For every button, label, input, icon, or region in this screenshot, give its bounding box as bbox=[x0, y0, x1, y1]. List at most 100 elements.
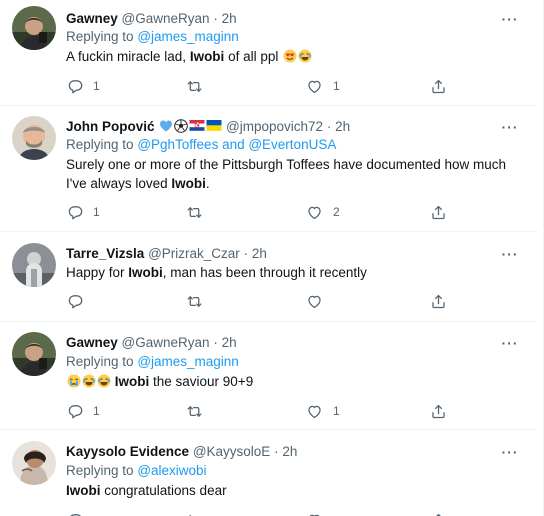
retweet-button[interactable] bbox=[186, 510, 203, 516]
tweet-text-part: congratulations dear bbox=[100, 483, 227, 498]
separator-dot: · bbox=[213, 11, 218, 26]
tweet-text-part: , man has been through it recently bbox=[162, 265, 367, 280]
retweet-icon bbox=[187, 206, 202, 218]
avatar[interactable] bbox=[12, 6, 56, 50]
reply-button[interactable]: 1 bbox=[66, 202, 100, 222]
retweet-icon bbox=[187, 405, 202, 417]
avatar[interactable] bbox=[12, 116, 56, 160]
highlighted-term: Iwobi bbox=[66, 483, 101, 498]
share-icon bbox=[432, 294, 445, 308]
blue-heart-emoji bbox=[160, 120, 173, 132]
more-options-button[interactable]: ··· bbox=[500, 443, 520, 461]
user-handle[interactable]: @Prizrak_Czar bbox=[148, 246, 240, 261]
share-icon bbox=[432, 79, 445, 93]
highlighted-term: Iwobi bbox=[114, 374, 150, 389]
display-name[interactable]: Gawney bbox=[66, 11, 118, 26]
replying-to-label: Replying to bbox=[66, 29, 134, 44]
mention-link[interactable]: @james_maginn bbox=[137, 354, 239, 369]
mention-link[interactable]: @PghToffees and @EvertonUSA bbox=[137, 137, 336, 152]
timestamp[interactable]: 2h bbox=[335, 119, 350, 134]
avatar[interactable] bbox=[12, 441, 56, 485]
tweet-header: Gawney @GawneRyan · 2h bbox=[66, 334, 498, 352]
tweet-header: Kayysolo Evidence @KayysoloE · 2h bbox=[66, 443, 498, 461]
display-name[interactable]: Gawney bbox=[66, 335, 118, 350]
display-name[interactable]: John Popović bbox=[66, 119, 155, 134]
tweet-actions bbox=[66, 291, 446, 311]
replying-to-label: Replying to bbox=[66, 354, 134, 369]
ukraine-flag-emoji bbox=[206, 120, 222, 131]
timestamp[interactable]: 2h bbox=[222, 335, 237, 350]
reply-count: 1 bbox=[93, 205, 100, 219]
share-button[interactable] bbox=[430, 202, 447, 222]
timestamp[interactable]: 2h bbox=[222, 11, 237, 26]
separator-dot: · bbox=[326, 119, 332, 134]
more-options-button[interactable]: ··· bbox=[500, 10, 520, 28]
mention-link[interactable]: @alexiwobi bbox=[137, 463, 206, 478]
tweet-card[interactable]: Gawney @GawneRyan · 2h ··· Replying to @… bbox=[0, 322, 538, 430]
user-handle[interactable]: @GawneRyan bbox=[122, 335, 210, 350]
like-count: 1 bbox=[333, 404, 340, 418]
replies-feed: Gawney @GawneRyan · 2h ··· Replying to @… bbox=[0, 0, 544, 516]
user-handle[interactable]: @KayysoloE bbox=[193, 444, 271, 459]
tweet-header: Tarre_Vizsla @Prizrak_Czar · 2h bbox=[66, 245, 498, 263]
replying-to-label: Replying to bbox=[66, 137, 134, 152]
tweet-text: Iwobi the saviour 90+9 bbox=[66, 372, 508, 391]
tweet-text-part: A fuckin miracle lad, bbox=[66, 49, 190, 64]
user-handle[interactable]: @GawneRyan bbox=[122, 11, 210, 26]
mention-link[interactable]: @james_maginn bbox=[137, 29, 239, 44]
tweet-card[interactable]: Tarre_Vizsla @Prizrak_Czar · 2h ··· Happ… bbox=[0, 232, 538, 322]
highlighted-term: Iwobi bbox=[171, 176, 206, 191]
tweet-text: Iwobi congratulations dear bbox=[66, 481, 508, 500]
share-button[interactable] bbox=[430, 291, 447, 311]
tweet-card[interactable]: John Popović @jmpopovich72 · 2h ··· Repl… bbox=[0, 106, 538, 232]
like-button[interactable] bbox=[306, 510, 323, 516]
like-button[interactable]: 2 bbox=[306, 202, 340, 222]
display-name[interactable]: Kayysolo Evidence bbox=[66, 444, 189, 459]
like-count: 1 bbox=[333, 79, 340, 93]
reply-button[interactable]: 1 bbox=[66, 401, 100, 421]
share-button[interactable] bbox=[430, 510, 447, 516]
retweet-icon bbox=[187, 80, 202, 92]
tweet-actions: 1 1 bbox=[66, 401, 446, 421]
reply-button[interactable]: 1 bbox=[66, 76, 100, 96]
more-options-button[interactable]: ··· bbox=[500, 245, 520, 263]
share-button[interactable] bbox=[430, 76, 447, 96]
croatia-flag-emoji bbox=[189, 119, 206, 132]
share-button[interactable] bbox=[430, 401, 447, 421]
display-name[interactable]: Tarre_Vizsla bbox=[66, 246, 144, 261]
crying-laughing-emoji bbox=[298, 49, 313, 63]
replying-to-line: Replying to @PghToffees and @EvertonUSA bbox=[66, 136, 336, 154]
reply-button[interactable] bbox=[66, 510, 83, 516]
like-button[interactable]: 1 bbox=[306, 76, 340, 96]
timestamp[interactable]: 2h bbox=[252, 246, 267, 261]
avatar[interactable] bbox=[12, 243, 56, 287]
tweet-text-part: the saviour 90+9 bbox=[149, 374, 254, 389]
like-count: 2 bbox=[333, 205, 340, 219]
heart-icon bbox=[308, 80, 321, 93]
retweet-button[interactable] bbox=[186, 76, 203, 96]
replying-to-label: Replying to bbox=[66, 463, 134, 478]
more-options-button[interactable]: ··· bbox=[500, 334, 520, 352]
replying-to-line: Replying to @alexiwobi bbox=[66, 462, 207, 480]
like-button[interactable] bbox=[306, 291, 333, 311]
more-options-button[interactable]: ··· bbox=[500, 118, 520, 136]
tweet-card[interactable]: Kayysolo Evidence @KayysoloE · 2h ··· Re… bbox=[0, 430, 538, 516]
like-button[interactable]: 1 bbox=[306, 401, 340, 421]
tweet-card[interactable]: Gawney @GawneRyan · 2h ··· Replying to @… bbox=[0, 0, 538, 106]
heart-icon bbox=[308, 206, 321, 219]
retweet-button[interactable] bbox=[186, 401, 203, 421]
retweet-button[interactable] bbox=[186, 202, 203, 222]
tweet-text-part: Surely one or more of the Pittsburgh Tof… bbox=[66, 157, 507, 191]
replying-to-line: Replying to @james_maginn bbox=[66, 353, 239, 371]
reply-icon bbox=[68, 404, 83, 418]
reply-button[interactable] bbox=[66, 291, 93, 311]
user-handle[interactable]: @jmpopovich72 bbox=[226, 119, 323, 134]
avatar[interactable] bbox=[12, 332, 56, 376]
tweet-text: Happy for Iwobi, man has been through it… bbox=[66, 263, 508, 282]
share-icon bbox=[432, 205, 445, 219]
separator-dot: · bbox=[213, 335, 218, 350]
retweet-button[interactable] bbox=[186, 291, 203, 311]
heart-eyes-emoji bbox=[283, 49, 298, 63]
timestamp[interactable]: 2h bbox=[282, 444, 297, 459]
retweet-icon bbox=[187, 514, 202, 516]
